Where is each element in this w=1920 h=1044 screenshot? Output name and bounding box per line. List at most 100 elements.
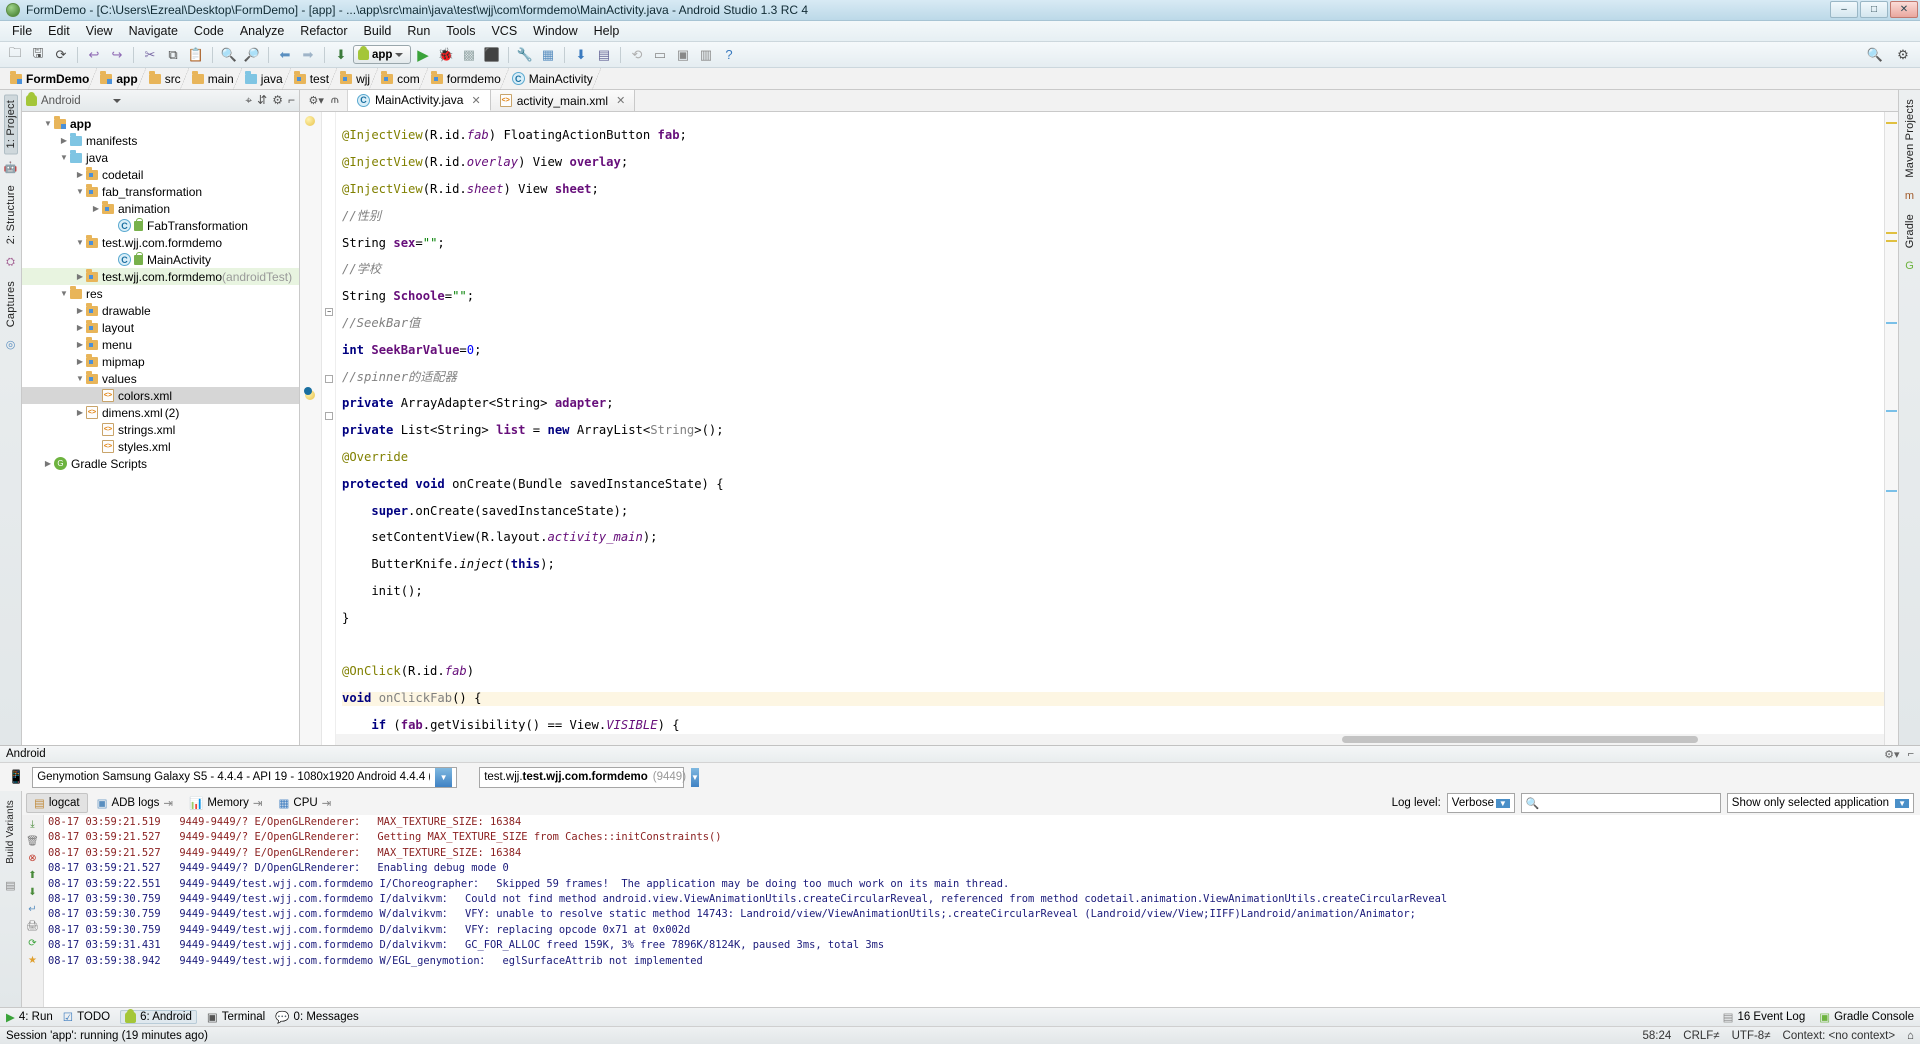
sidebar-item-captures[interactable]: Captures bbox=[5, 276, 17, 332]
settings-icon[interactable]: ⚙ bbox=[272, 93, 283, 108]
chevron-down-icon[interactable]: ▼ bbox=[74, 238, 86, 247]
tree-row-styles-xml[interactable]: ▶ <> styles.xml bbox=[22, 438, 299, 455]
fold-minus-icon[interactable] bbox=[325, 412, 333, 420]
chevron-right-icon[interactable]: ▶ bbox=[74, 340, 86, 349]
android-rail-icon[interactable]: 🤖 bbox=[3, 159, 19, 175]
close-log-icon[interactable]: ⊗ bbox=[28, 853, 36, 864]
tree-row-formdemo-package[interactable]: ▼ test.wjj.com.formdemo bbox=[22, 234, 299, 251]
gradle-rail-icon[interactable]: G bbox=[1902, 258, 1918, 274]
up-icon[interactable]: ⬆ bbox=[28, 870, 36, 881]
forward-icon[interactable]: ➡ bbox=[297, 44, 319, 66]
search-everywhere-icon[interactable]: 🔍 bbox=[1864, 44, 1886, 66]
menu-item-analyze[interactable]: Analyze bbox=[232, 22, 292, 40]
sidebar-item-gradle[interactable]: Gradle bbox=[1904, 209, 1916, 253]
tab-cpu[interactable]: ▦ CPU ⇥ bbox=[272, 794, 339, 812]
marker-info[interactable] bbox=[1886, 490, 1897, 492]
tool-button-messages[interactable]: 💬 0: Messages bbox=[275, 1010, 359, 1024]
down-icon[interactable]: ⬇ bbox=[28, 887, 36, 898]
sidebar-item-build-variants[interactable]: Build Variants bbox=[5, 795, 16, 869]
chevron-down-icon[interactable]: ▼ bbox=[1495, 798, 1510, 808]
avd-manager-icon[interactable]: ▦ bbox=[537, 44, 559, 66]
locate-icon[interactable]: ⌖ bbox=[245, 93, 252, 108]
settings-icon[interactable]: ⚙▾ bbox=[1884, 748, 1899, 761]
marker-warning[interactable] bbox=[1886, 240, 1897, 242]
project-view-selector[interactable]: Android bbox=[41, 95, 81, 107]
logcat-search-input[interactable]: 🔍 bbox=[1520, 793, 1721, 813]
chevron-right-icon[interactable]: ▶ bbox=[42, 459, 54, 468]
avd-icon[interactable]: ▭ bbox=[649, 44, 671, 66]
marker-info[interactable] bbox=[1886, 322, 1897, 324]
window-controls[interactable]: – □ ✕ bbox=[1830, 1, 1918, 18]
menu-item-window[interactable]: Window bbox=[525, 22, 585, 40]
tree-row-drawable[interactable]: ▶ drawable bbox=[22, 302, 299, 319]
tree-row-layout[interactable]: ▶ layout bbox=[22, 319, 299, 336]
tab-memory[interactable]: 📊 Memory ⇥ bbox=[182, 794, 270, 812]
tree-row-res[interactable]: ▼ res bbox=[22, 285, 299, 302]
menu-item-tools[interactable]: Tools bbox=[438, 22, 483, 40]
tree-row-values[interactable]: ▼ values bbox=[22, 370, 299, 387]
structure-rail-icon[interactable]: ⛭ bbox=[3, 255, 19, 271]
hide-icon[interactable]: ⌐ bbox=[288, 93, 295, 108]
undo-icon[interactable]: ↩ bbox=[83, 44, 105, 66]
menu-item-refactor[interactable]: Refactor bbox=[292, 22, 355, 40]
fold-minus-icon[interactable] bbox=[325, 375, 333, 383]
menu-item-help[interactable]: Help bbox=[586, 22, 628, 40]
tree-row-mipmap[interactable]: ▶ mipmap bbox=[22, 353, 299, 370]
menu-item-build[interactable]: Build bbox=[356, 22, 400, 40]
process-combo[interactable]: test.wjj.test.wjj.com.formdemo (9449) ▼ bbox=[479, 766, 699, 788]
tree-row-mainactivity-class[interactable]: ▶ C MainActivity bbox=[22, 251, 299, 268]
logcat-filter-select[interactable]: Show only selected application ▼ bbox=[1726, 793, 1914, 813]
monitor-icon[interactable]: ▣ bbox=[672, 44, 694, 66]
chevron-right-icon[interactable]: ▶ bbox=[74, 170, 86, 179]
back-icon[interactable]: ⬅ bbox=[274, 44, 296, 66]
trash-icon[interactable]: 🗑 bbox=[26, 836, 39, 847]
open-folder-icon[interactable]: 🗀 bbox=[4, 44, 26, 66]
sidebar-item-project[interactable]: 1: Project bbox=[3, 94, 18, 155]
find-icon[interactable]: 🔍 bbox=[218, 44, 240, 66]
tree-row-strings-xml[interactable]: ▶ <> strings.xml bbox=[22, 421, 299, 438]
run-icon[interactable]: ▶ bbox=[412, 44, 434, 66]
chevron-down-icon[interactable]: ▼ bbox=[691, 767, 699, 787]
tool-button-android[interactable]: 6: Android bbox=[120, 1008, 197, 1024]
menu-item-navigate[interactable]: Navigate bbox=[121, 22, 186, 40]
tree-row-formdemo-androidtest[interactable]: ▶ test.wjj.com.formdemo (androidTest) bbox=[22, 268, 299, 285]
chevron-down-icon[interactable]: ▼ bbox=[42, 119, 54, 128]
chevron-right-icon[interactable]: ▶ bbox=[90, 204, 102, 213]
chevron-right-icon[interactable]: ▶ bbox=[58, 136, 70, 145]
attach-debugger-icon[interactable]: ⬛ bbox=[481, 44, 503, 66]
breadcrumb-item-java[interactable]: java bbox=[241, 67, 291, 90]
coverage-icon[interactable]: ▩ bbox=[458, 44, 480, 66]
restart-icon[interactable]: ⟳ bbox=[28, 938, 36, 949]
marker-info[interactable] bbox=[1886, 410, 1897, 412]
menu-item-run[interactable]: Run bbox=[399, 22, 438, 40]
chevron-right-icon[interactable]: ▶ bbox=[74, 408, 86, 417]
tree-row-fab-transformation[interactable]: ▼ fab_transformation bbox=[22, 183, 299, 200]
override-marker-icon[interactable] bbox=[304, 387, 312, 395]
close-icon[interactable]: ✕ bbox=[616, 94, 625, 107]
chevron-down-icon[interactable]: ▼ bbox=[58, 289, 70, 298]
chevron-right-icon[interactable]: ▶ bbox=[74, 306, 86, 315]
tree-row-menu[interactable]: ▶ menu bbox=[22, 336, 299, 353]
chevron-down-icon[interactable]: ▼ bbox=[434, 767, 453, 787]
fold-minus-icon[interactable]: − bbox=[325, 308, 333, 316]
chevron-down-icon[interactable]: ▼ bbox=[1895, 798, 1909, 808]
tool-button-terminal[interactable]: ▣ Terminal bbox=[207, 1010, 265, 1024]
scrollbar-thumb[interactable] bbox=[1342, 736, 1699, 743]
chevron-right-icon[interactable]: ▶ bbox=[74, 357, 86, 366]
logcat-output[interactable]: 08-17 03:59:21.519 9449-9449/? E/OpenGLR… bbox=[44, 815, 1920, 1007]
gear-icon[interactable]: ⚙▾ bbox=[308, 94, 323, 107]
help-icon[interactable]: ? bbox=[718, 44, 740, 66]
sidebar-item-structure[interactable]: 2: Structure bbox=[5, 180, 17, 249]
compile-icon[interactable]: ⬇ bbox=[330, 44, 352, 66]
wrap-icon[interactable]: ↵ bbox=[28, 904, 36, 915]
gradle-console-button[interactable]: ▣ Gradle Console bbox=[1819, 1010, 1914, 1024]
line-separator[interactable]: CRLF≠ bbox=[1683, 1030, 1719, 1042]
lock-icon[interactable]: ⌂ bbox=[1907, 1030, 1914, 1042]
captures-rail-icon[interactable]: ◎ bbox=[3, 337, 19, 353]
maximize-button[interactable]: □ bbox=[1860, 1, 1888, 18]
tool-button-todo[interactable]: ☑ TODO bbox=[63, 1010, 110, 1024]
debug-icon[interactable]: 🐞 bbox=[435, 44, 457, 66]
caret-position[interactable]: 58:24 bbox=[1642, 1030, 1671, 1042]
tool-button-run[interactable]: ▶ 4: Run bbox=[6, 1010, 53, 1024]
print-icon[interactable]: 🖨 bbox=[26, 921, 39, 932]
